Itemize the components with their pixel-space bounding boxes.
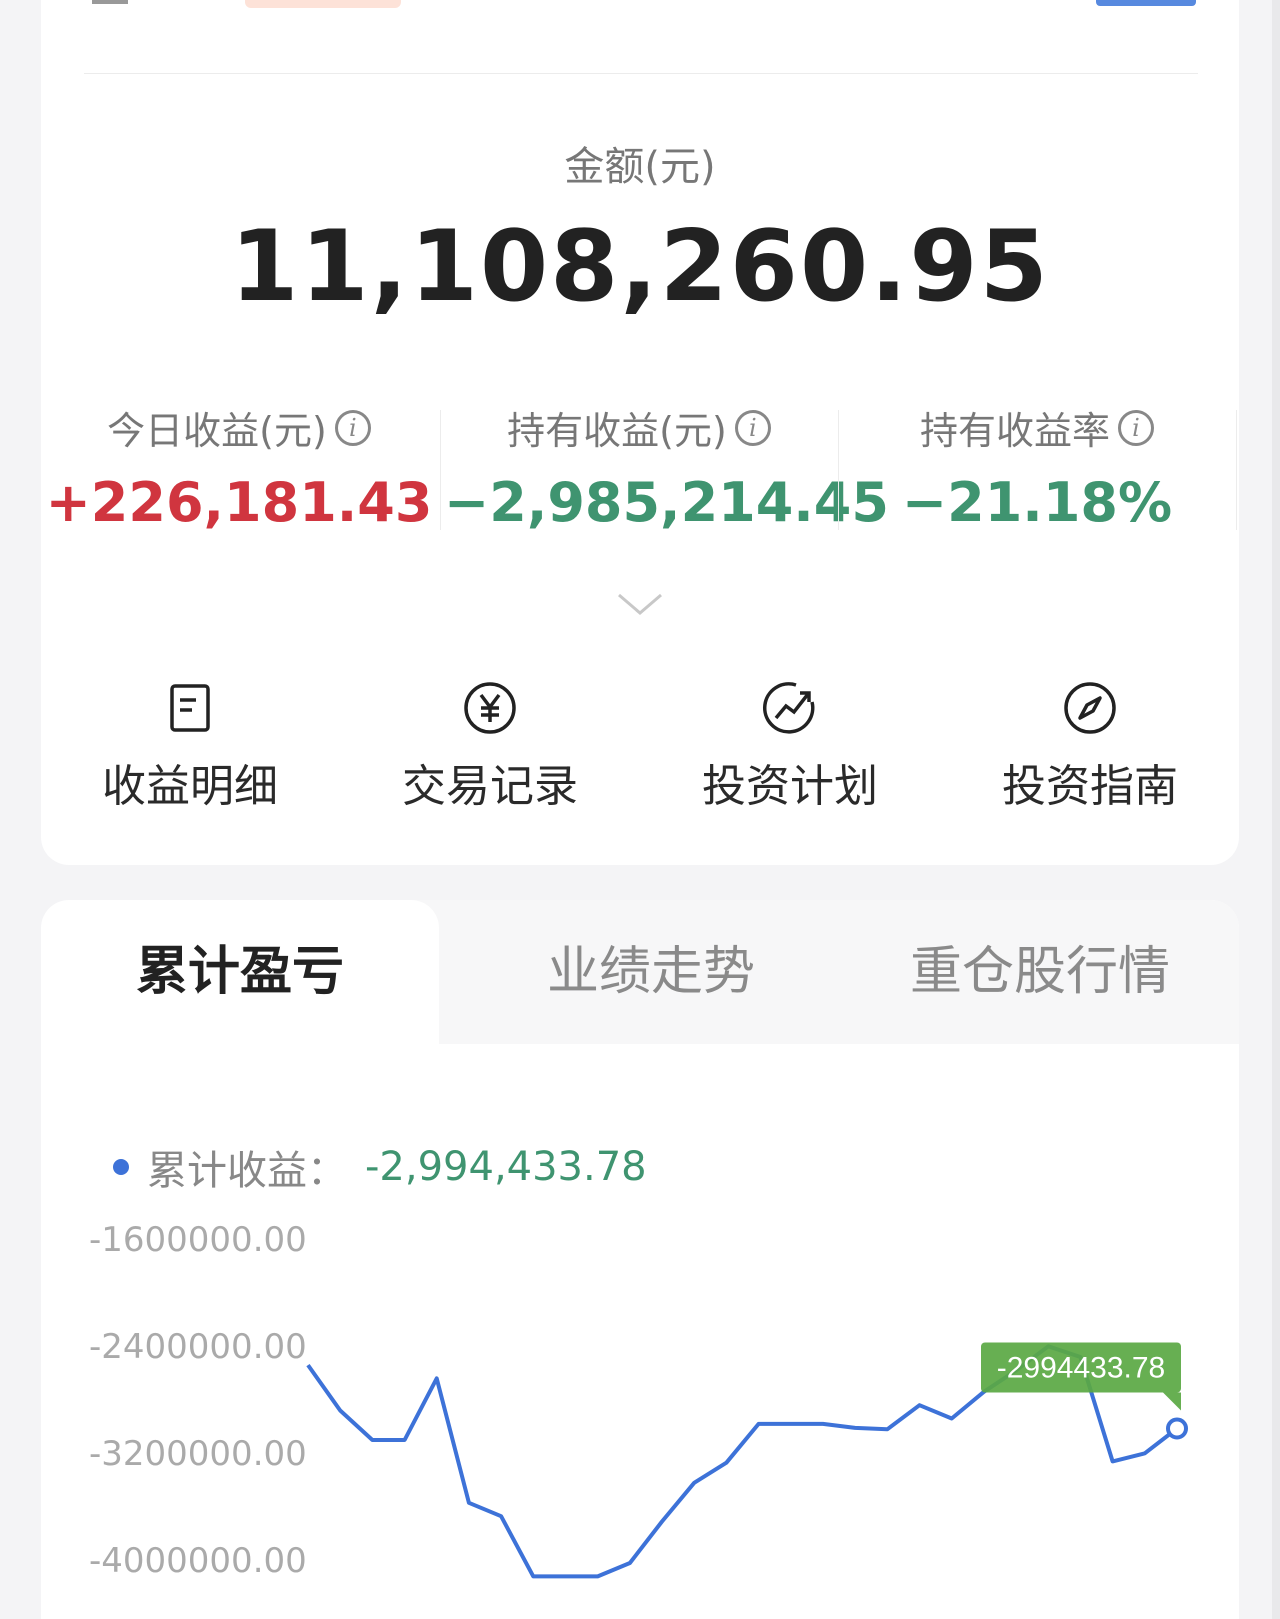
data-point [1166,1417,1188,1440]
document-icon [170,684,210,732]
top-header-remnant [92,0,128,4]
stat-value: +226,181.43 [45,471,433,534]
fund-tag-badge [245,0,401,8]
stat-label-wrap: 持有收益(元) i [507,400,771,455]
info-icon[interactable]: i [734,409,771,446]
tooltip-pointer [1163,1392,1181,1411]
value-tooltip: -2994433.78 [981,1342,1181,1411]
chevron-down-icon[interactable] [617,592,663,616]
action-label: 投资计划 [702,761,878,812]
cumulative-pnl-chart[interactable]: -2994433.78 [41,900,1239,1619]
stat-separator [838,410,839,530]
tooltip-text: -2994433.78 [997,1352,1166,1385]
action-label: 投资指南 [1002,761,1178,812]
action-trade-records[interactable]: 交易记录 [370,680,610,814]
summary-divider [84,73,1198,74]
stat-separator [1236,410,1237,530]
chart-card: 累计盈亏 业绩走势 重仓股行情 累计收益： -2,994,433.78 -160… [41,900,1239,1619]
action-investment-plan[interactable]: 投资计划 [670,680,910,814]
info-icon[interactable]: i [1118,409,1154,446]
amount-value: 11,108,260.95 [230,210,1050,324]
info-icon[interactable]: i [334,409,371,446]
compass-icon [1064,682,1116,734]
action-label: 交易记录 [402,761,578,812]
stat-today-income: 今日收益(元) i +226,181.43 [44,400,434,534]
trend-icon [762,682,815,734]
stat-label: 持有收益(元) [507,409,727,453]
stat-label-wrap: 今日收益(元) i [107,400,371,455]
action-income-details[interactable]: 收益明细 [70,680,310,814]
stat-label-wrap: 持有收益率 i [920,400,1154,455]
details-link[interactable] [1096,0,1196,6]
stat-label: 持有收益率 [919,409,1110,453]
yuan-icon [464,682,516,734]
action-investment-guide[interactable]: 投资指南 [970,680,1210,814]
amount-label: 金额(元) [564,144,716,190]
stat-separator [440,410,441,530]
stat-label: 今日收益(元) [107,409,327,453]
stat-holding-income: 持有收益(元) i −2,985,214.45 [444,400,889,534]
stat-value: −2,985,214.45 [444,471,889,534]
screen-edge [1272,0,1280,1619]
stat-holding-rate: 持有收益率 i −21.18% [842,400,1232,534]
action-label: 收益明细 [102,761,278,812]
stat-value: −21.18% [901,471,1173,534]
